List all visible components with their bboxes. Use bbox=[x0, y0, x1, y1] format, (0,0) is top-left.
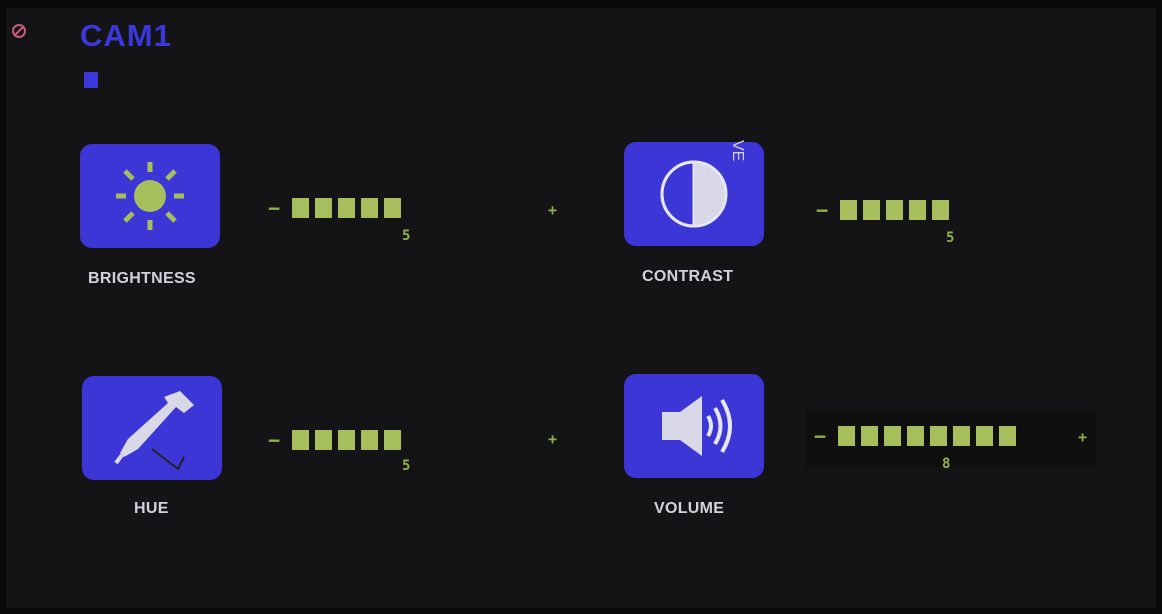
brightness-tile[interactable] bbox=[80, 144, 220, 248]
contrast-label: CONTRAST bbox=[642, 268, 734, 285]
level-segment bbox=[315, 198, 332, 218]
level-segment bbox=[953, 426, 970, 446]
no-signal-icon bbox=[12, 24, 26, 38]
volume-label: VOLUME bbox=[654, 500, 725, 517]
level-segment bbox=[838, 426, 855, 446]
osd-screen bbox=[6, 8, 1156, 608]
volume-level-bar[interactable] bbox=[838, 426, 1016, 446]
level-segment bbox=[292, 430, 309, 450]
brightness-level-bar[interactable] bbox=[292, 198, 401, 218]
level-segment bbox=[884, 426, 901, 446]
level-segment bbox=[361, 198, 378, 218]
level-segment bbox=[863, 200, 880, 220]
brightness-decrease[interactable]: − bbox=[268, 198, 280, 218]
level-segment bbox=[384, 198, 401, 218]
level-segment bbox=[999, 426, 1016, 446]
level-segment bbox=[384, 430, 401, 450]
hue-tile[interactable] bbox=[82, 376, 222, 480]
camera-title: CAM1 bbox=[80, 18, 172, 53]
hue-level-bar[interactable] bbox=[292, 430, 401, 450]
hue-label: HUE bbox=[134, 500, 169, 517]
level-segment bbox=[930, 426, 947, 446]
contrast-icon bbox=[660, 160, 728, 228]
camera-indicator bbox=[84, 72, 98, 88]
brightness-value: 5 bbox=[402, 228, 411, 244]
level-segment bbox=[909, 200, 926, 220]
volume-value: 8 bbox=[942, 456, 951, 472]
level-segment bbox=[861, 426, 878, 446]
contrast-decrease[interactable]: − bbox=[816, 200, 828, 220]
level-segment bbox=[338, 198, 355, 218]
overlay-text: VE bbox=[729, 140, 746, 162]
level-segment bbox=[338, 430, 355, 450]
level-segment bbox=[886, 200, 903, 220]
sun-icon bbox=[116, 162, 184, 230]
brightness-increase[interactable]: + bbox=[548, 203, 557, 218]
level-segment bbox=[907, 426, 924, 446]
speaker-icon bbox=[662, 396, 732, 456]
level-segment bbox=[932, 200, 949, 220]
level-segment bbox=[292, 198, 309, 218]
eyedropper-icon bbox=[114, 391, 194, 471]
hue-decrease[interactable]: − bbox=[268, 430, 280, 450]
level-segment bbox=[976, 426, 993, 446]
volume-increase[interactable]: + bbox=[1078, 430, 1087, 445]
contrast-level-bar[interactable] bbox=[840, 200, 949, 220]
contrast-value: 5 bbox=[946, 230, 955, 246]
volume-decrease[interactable]: − bbox=[814, 426, 826, 446]
level-segment bbox=[315, 430, 332, 450]
level-segment bbox=[361, 430, 378, 450]
hue-increase[interactable]: + bbox=[548, 432, 557, 447]
brightness-label: BRIGHTNESS bbox=[88, 270, 196, 287]
level-segment bbox=[840, 200, 857, 220]
volume-tile[interactable] bbox=[624, 374, 764, 478]
hue-value: 5 bbox=[402, 458, 411, 474]
